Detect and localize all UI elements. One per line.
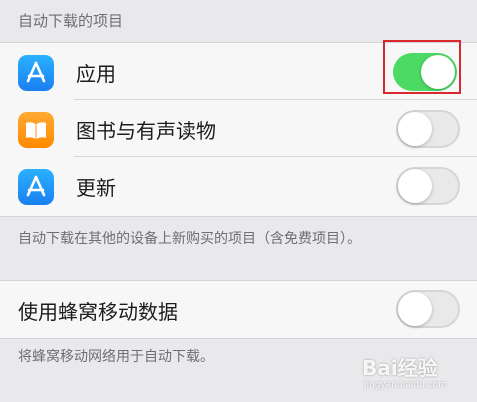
app-store-icon	[18, 55, 54, 91]
highlight-box	[383, 40, 461, 94]
app-store-icon	[18, 169, 54, 205]
toggle-knob	[398, 112, 432, 146]
updates-toggle[interactable]	[396, 167, 460, 205]
cellular-group: 使用蜂窝移动数据	[0, 280, 477, 339]
watermark-url: jingyan.baidu.com	[364, 380, 448, 390]
books-icon	[18, 112, 54, 148]
cellular-footnote: 将蜂窝移动网络用于自动下载。	[18, 349, 214, 365]
row-books-label: 图书与有声读物	[76, 119, 216, 143]
row-cellular: 使用蜂窝移动数据	[0, 281, 477, 338]
watermark-logo: Bai经验	[362, 356, 438, 380]
section-header: 自动下载的项目	[18, 12, 124, 30]
cellular-toggle[interactable]	[396, 290, 460, 328]
row-cellular-label: 使用蜂窝移动数据	[18, 300, 178, 324]
auto-download-footnote: 自动下载在其他的设备上新购买的项目（含免费项目）。	[18, 231, 361, 247]
toggle-knob	[398, 292, 432, 326]
watermark: Bai经验 jingyan.baidu.com	[362, 352, 467, 396]
row-apps-label: 应用	[76, 62, 116, 86]
row-updates: 更新	[0, 157, 477, 214]
row-updates-label: 更新	[76, 176, 116, 200]
books-toggle[interactable]	[396, 110, 460, 148]
row-books: 图书与有声读物	[0, 100, 477, 157]
toggle-knob	[398, 169, 432, 203]
